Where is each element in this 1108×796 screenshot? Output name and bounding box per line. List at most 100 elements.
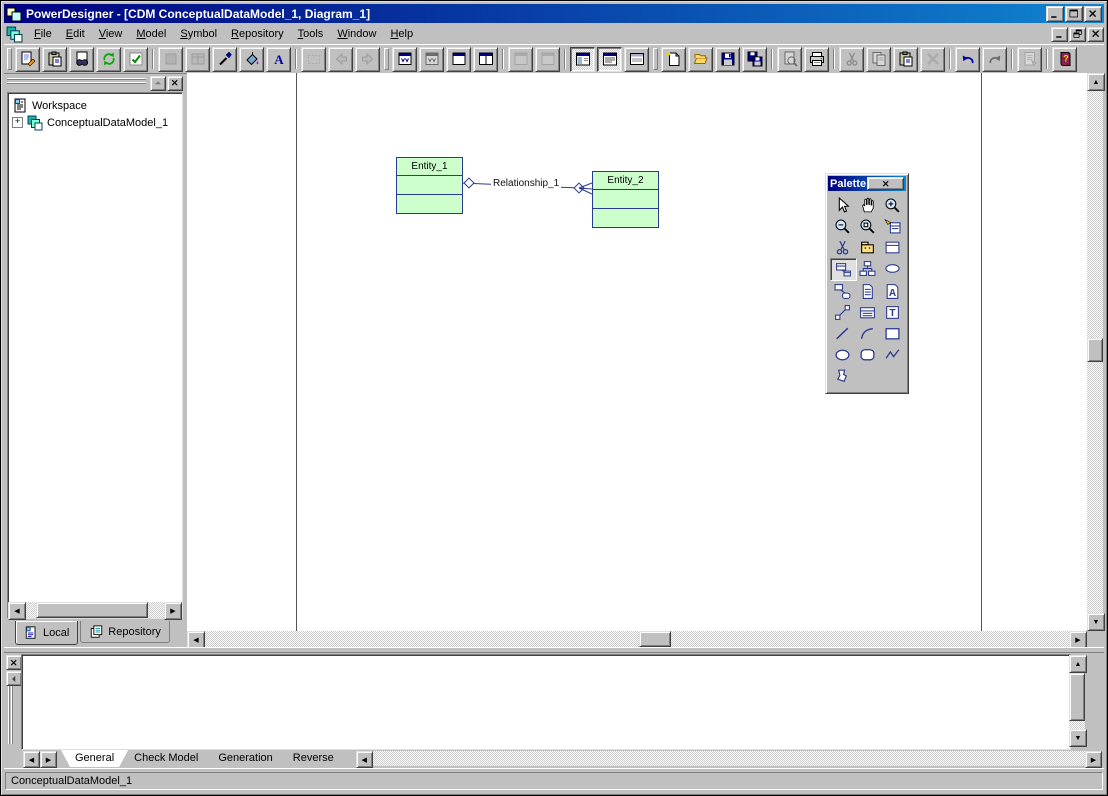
scroll-down-icon[interactable]: ▼ — [1069, 729, 1087, 747]
tree-item-model[interactable]: + ConceptualDataModel_1 — [8, 114, 182, 131]
palette-tool-association[interactable] — [855, 302, 880, 323]
tabs-scroll-left-icon[interactable]: ◀ — [23, 751, 40, 768]
palette-tool-polygon[interactable] — [830, 365, 855, 386]
palette-tool-open-properties[interactable] — [880, 216, 905, 237]
canvas-hscrollbar[interactable]: ◀ ▶ — [187, 631, 1087, 649]
maximize-button[interactable] — [1065, 5, 1083, 22]
mdi-restore-button[interactable] — [1069, 26, 1086, 42]
refresh-model-button[interactable] — [96, 46, 121, 72]
minimize-button[interactable] — [1046, 5, 1064, 22]
check-model-button[interactable] — [123, 46, 148, 72]
tree-hscroll-track[interactable] — [26, 602, 164, 618]
palette-tool-zoom-in[interactable] — [880, 195, 905, 216]
mdi-close-button[interactable] — [1087, 26, 1104, 42]
relationship-label[interactable]: Relationship_1 — [491, 178, 562, 189]
mdi-minimize-button[interactable] — [1051, 26, 1068, 42]
palette-tool-pointer[interactable] — [830, 195, 855, 216]
scroll-down-icon[interactable]: ▼ — [1087, 613, 1105, 631]
workspace-tab-repository[interactable]: Repository — [80, 621, 170, 643]
output-vscroll-track[interactable] — [1069, 673, 1085, 729]
palette-tool-text[interactable]: T — [880, 302, 905, 323]
output-tab-reverse[interactable]: Reverse — [279, 750, 348, 767]
palette-tool-note[interactable]: A — [880, 281, 905, 302]
palette-tool-arc[interactable] — [855, 323, 880, 344]
text-font-button[interactable]: A — [266, 46, 291, 72]
output-close-button[interactable] — [6, 655, 22, 670]
canvas-vscroll-thumb[interactable] — [1087, 338, 1103, 362]
output-collapse-button[interactable] — [6, 671, 22, 686]
output-tab-check-model[interactable]: Check Model — [120, 750, 212, 767]
panel-grip[interactable] — [7, 78, 146, 88]
menu-symbol[interactable]: Symbol — [173, 26, 224, 42]
tree-item-workspace[interactable]: Workspace — [8, 97, 182, 114]
open-model-button[interactable] — [688, 46, 713, 72]
output-hscroll-track[interactable] — [372, 751, 1085, 766]
menu-file[interactable]: File — [27, 26, 59, 42]
output-vscroll-thumb[interactable] — [1069, 673, 1085, 721]
menu-help[interactable]: Help — [383, 26, 420, 42]
canvas-vscroll-track[interactable] — [1087, 91, 1103, 613]
output-grip[interactable] — [8, 686, 14, 744]
palette-tool-zoom-out[interactable] — [830, 216, 855, 237]
output-tab-general[interactable]: General — [61, 750, 128, 767]
two-window-view-button[interactable] — [473, 46, 498, 72]
palette-tool-rounded-rectangle[interactable] — [855, 344, 880, 365]
palette-tool-link[interactable] — [830, 302, 855, 323]
palette-tool-association-link[interactable] — [830, 281, 855, 302]
output-text-area[interactable] — [21, 654, 1071, 750]
one-window-view-button[interactable] — [446, 46, 471, 72]
tabs-scroll-right-icon[interactable]: ▶ — [40, 751, 57, 768]
tree-hscroll-thumb[interactable] — [36, 602, 148, 618]
palette-tool-rectangle[interactable] — [880, 323, 905, 344]
workspace-tree-hscrollbar[interactable]: ◀ ▶ — [8, 602, 182, 620]
expander-icon[interactable]: + — [12, 117, 23, 128]
menu-window[interactable]: Window — [330, 26, 383, 42]
edit-report-button[interactable] — [15, 46, 40, 72]
undo-button[interactable] — [955, 46, 980, 72]
scroll-left-icon[interactable]: ◀ — [8, 602, 26, 620]
close-button[interactable] — [1084, 5, 1102, 22]
palette-tool-relationship[interactable] — [880, 258, 905, 279]
menu-tools[interactable]: Tools — [291, 26, 331, 42]
panel-collapse-button[interactable] — [150, 75, 166, 91]
palette-tool-delete-tool[interactable] — [830, 237, 855, 258]
palette-tool-title-frame[interactable] — [880, 237, 905, 258]
menu-edit[interactable]: Edit — [59, 26, 92, 42]
diagram-canvas[interactable]: Relationship_1 Entity_1 Entity_2 — [187, 73, 1087, 631]
canvas-hscroll-thumb[interactable] — [639, 631, 671, 647]
toggle-output-view-button[interactable] — [597, 46, 622, 72]
palette-tool-grabber[interactable] — [855, 195, 880, 216]
toggle-plain-view-button[interactable] — [624, 46, 649, 72]
print-button[interactable] — [804, 46, 829, 72]
find-objects-button[interactable] — [69, 46, 94, 72]
palette-tool-entity[interactable] — [829, 258, 857, 281]
entity-symbol[interactable]: Entity_2 — [592, 171, 659, 228]
toggle-workspace-view-button[interactable] — [570, 46, 595, 72]
scroll-right-icon[interactable]: ▶ — [164, 602, 182, 620]
scroll-up-icon[interactable]: ▲ — [1069, 655, 1087, 673]
relationship-line[interactable] — [187, 73, 1087, 631]
palette-tool-file-object[interactable] — [855, 281, 880, 302]
menu-view[interactable]: View — [92, 26, 130, 42]
output-tab-generation[interactable]: Generation — [204, 750, 286, 767]
panel-close-button[interactable] — [167, 75, 183, 91]
fill-color-button[interactable] — [239, 46, 264, 72]
scroll-left-icon[interactable]: ◀ — [355, 751, 373, 768]
new-model-button[interactable] — [661, 46, 686, 72]
workspace-tab-local[interactable]: Local — [15, 621, 79, 645]
entity-symbol[interactable]: Entity_1 — [396, 157, 463, 214]
help-contents-button[interactable]: ? — [1052, 46, 1077, 72]
palette-tool-zoom-area[interactable] — [855, 216, 880, 237]
toolbar-grip[interactable] — [7, 48, 12, 70]
scroll-right-icon[interactable]: ▶ — [1085, 751, 1102, 768]
canvas-hscroll-track[interactable] — [205, 631, 1069, 647]
palette-tool-package[interactable] — [855, 237, 880, 258]
palette-tool-polyline[interactable] — [880, 344, 905, 365]
show-model-symbols-button[interactable] — [392, 46, 417, 72]
menu-model[interactable]: Model — [129, 26, 173, 42]
toolbar-grip[interactable] — [384, 48, 389, 70]
palette-tool-line[interactable] — [830, 323, 855, 344]
menu-repository[interactable]: Repository — [224, 26, 291, 42]
palette-tool-inheritance[interactable] — [855, 258, 880, 279]
output-vscrollbar[interactable]: ▲ ▼ — [1069, 655, 1087, 747]
